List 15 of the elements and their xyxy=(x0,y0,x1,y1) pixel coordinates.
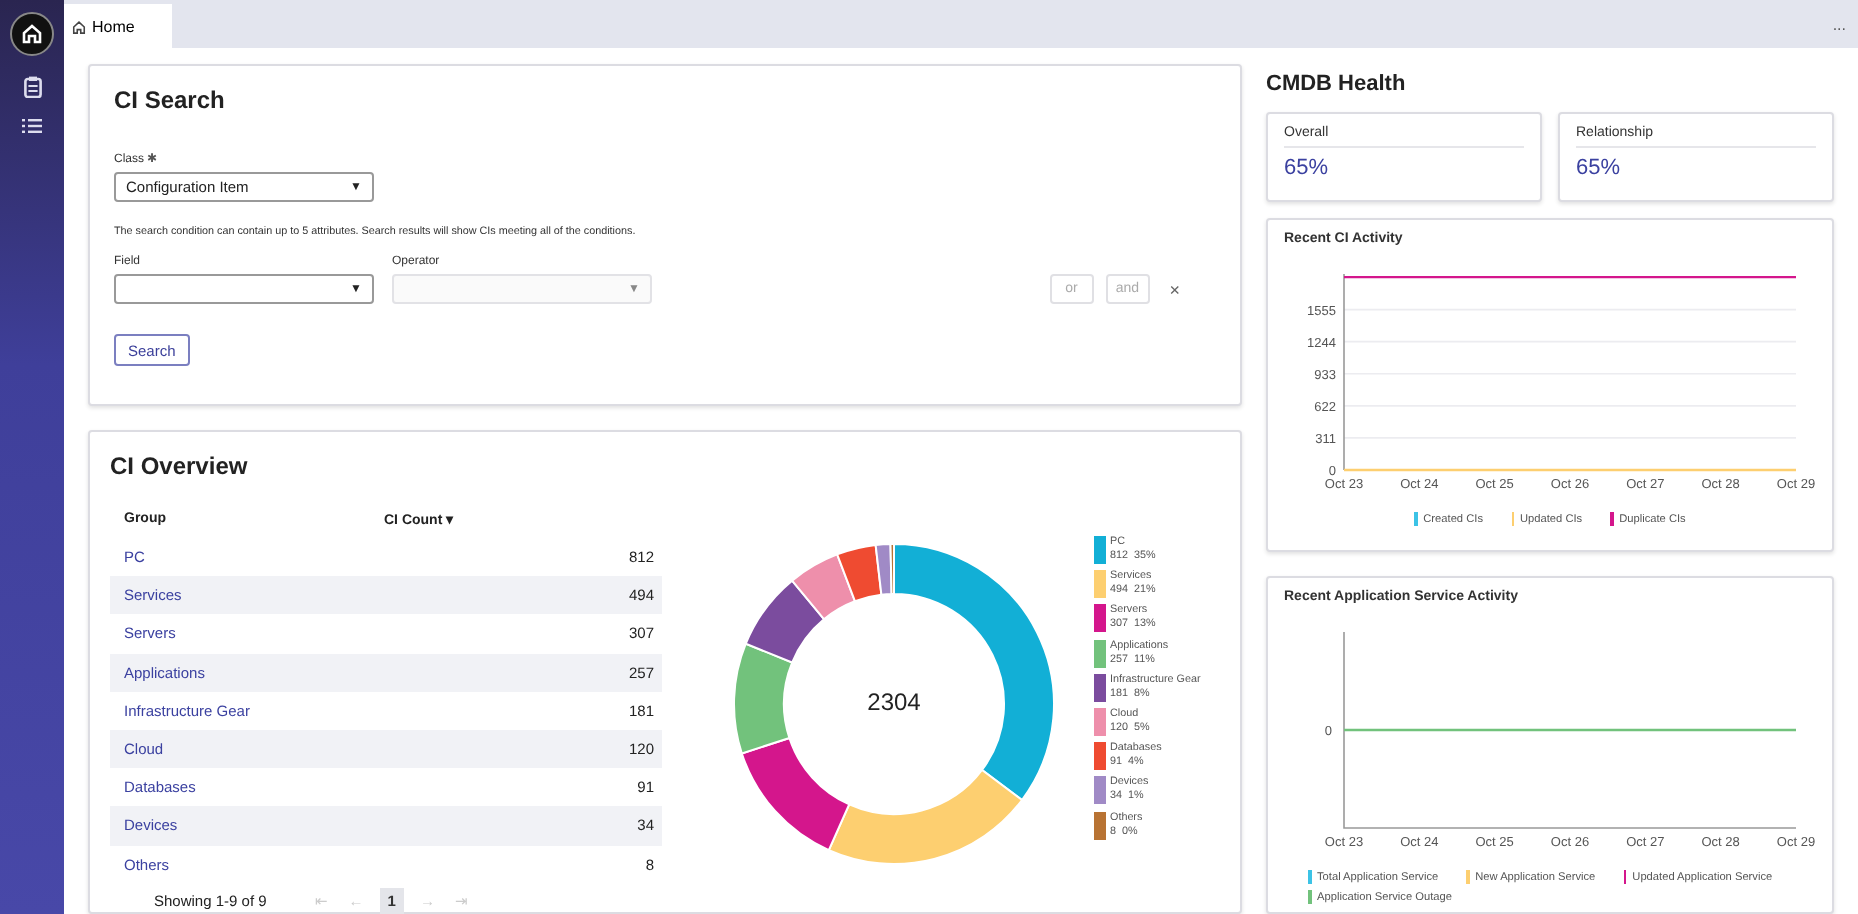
clipboard-icon[interactable] xyxy=(23,76,41,98)
total-count: 2304 xyxy=(865,688,923,716)
score-value: 65% xyxy=(1284,156,1331,180)
remove-condition-button[interactable]: × xyxy=(1169,279,1180,299)
more-menu[interactable]: ... xyxy=(1832,15,1858,33)
donut-slice xyxy=(791,553,856,621)
donut-slice xyxy=(744,579,825,664)
home-icon xyxy=(72,19,86,33)
list-icon[interactable] xyxy=(22,118,42,134)
card-title: CI Overview xyxy=(110,452,250,480)
card-title: CI Search xyxy=(114,86,227,114)
home-tab[interactable]: Home xyxy=(64,4,172,48)
score-value: 65% xyxy=(1576,156,1623,180)
home-logo-icon[interactable] xyxy=(10,12,54,56)
section-title: CMDB Health xyxy=(1266,72,1408,96)
